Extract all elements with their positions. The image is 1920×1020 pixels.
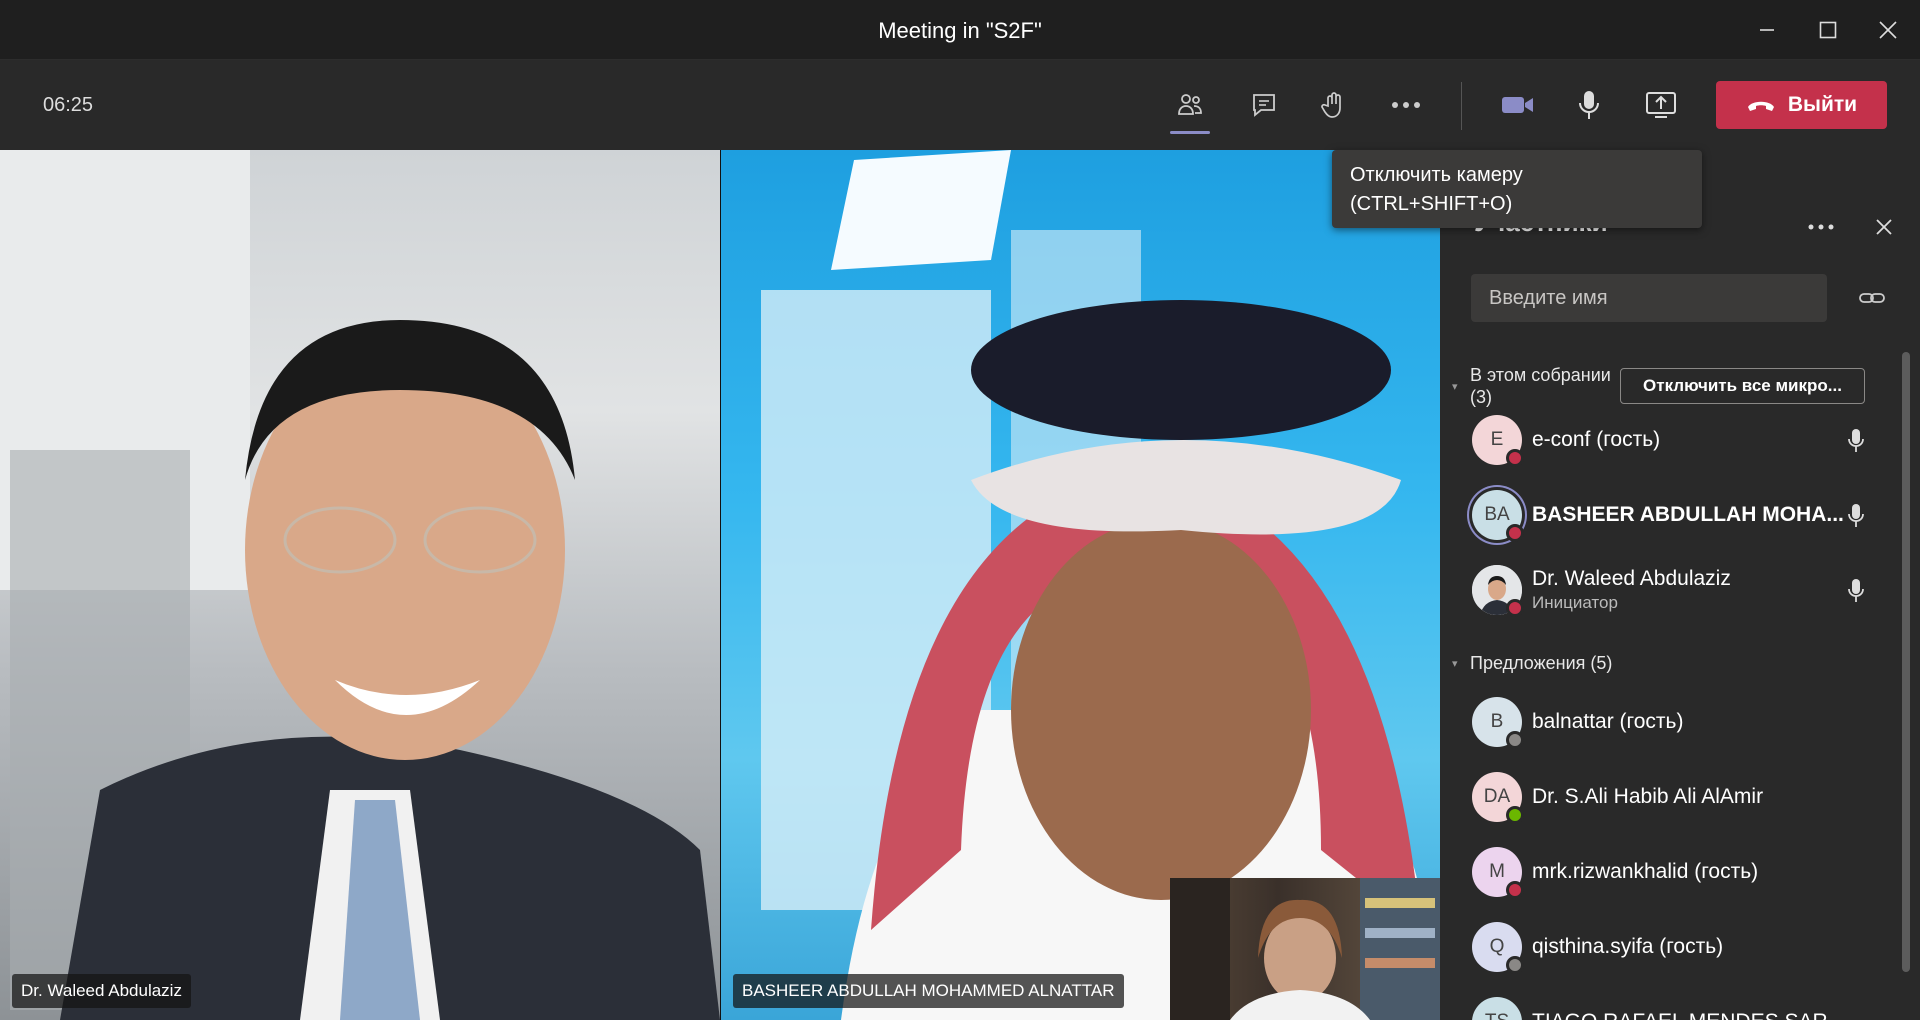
suggestion-row[interactable]: Q qisthina.syifa (гость) xyxy=(1440,912,1920,982)
participant-name: Dr. S.Ali Habib Ali AlAmir xyxy=(1532,785,1764,808)
suggestions-header[interactable]: Предложения (5) xyxy=(1470,652,1612,674)
participants-panel: Участники ▾ В этом собрании (3) Отключит… xyxy=(1440,150,1920,1020)
participant-name: e-conf (гость) xyxy=(1532,428,1661,451)
self-view-video[interactable] xyxy=(1170,878,1440,1020)
minimize-icon[interactable] xyxy=(1737,0,1797,60)
participant-name: mrk.rizwankhalid (гость) xyxy=(1532,860,1759,883)
video-stage: Dr. Waleed Abdulaziz BASHEER ABDULLAH MO… xyxy=(0,150,1440,1020)
window-title: Meeting in "S2F" xyxy=(878,18,1042,43)
camera-icon[interactable] xyxy=(1490,80,1546,130)
status-badge xyxy=(1506,599,1524,617)
camera-tooltip: Отключить камеру (CTRL+SHIFT+O) xyxy=(1332,150,1702,228)
microphone-icon[interactable] xyxy=(1840,425,1872,457)
participant-row[interactable]: BA BASHEER ABDULLAH MOHA... xyxy=(1440,480,1920,550)
collapse-caret-icon[interactable]: ▾ xyxy=(1452,380,1464,393)
tooltip-line-1: Отключить камеру xyxy=(1350,164,1523,186)
meeting-toolbar: 06:25 Выйти xyxy=(0,60,1920,150)
search-input[interactable] xyxy=(1471,274,1827,322)
participant-name: TIAGO RAFAEL MENDES SARAIVA xyxy=(1532,1010,1852,1020)
participant-name: BASHEER ABDULLAH MOHA... xyxy=(1532,503,1844,526)
participant-role: Инициатор xyxy=(1532,593,1618,612)
self-view-image xyxy=(1170,878,1440,1020)
leave-label: Выйти xyxy=(1787,93,1858,116)
share-link-icon[interactable] xyxy=(1852,282,1892,314)
meeting-timer: 06:25 xyxy=(43,94,94,116)
close-icon[interactable] xyxy=(1858,0,1918,60)
maximize-icon[interactable] xyxy=(1798,0,1858,60)
suggestion-row[interactable]: DA Dr. S.Ali Habib Ali AlAmir xyxy=(1440,762,1920,832)
microphone-icon[interactable] xyxy=(1840,500,1872,532)
panel-scrollbar[interactable] xyxy=(1902,352,1910,972)
status-badge xyxy=(1506,449,1524,467)
microphone-icon[interactable] xyxy=(1840,575,1872,607)
in-meeting-header[interactable]: В этом собрании (3) xyxy=(1470,364,1611,408)
suggestion-row[interactable]: B balnattar (гость) xyxy=(1440,687,1920,757)
participant-video-image xyxy=(0,150,720,1020)
chat-icon[interactable] xyxy=(1236,80,1292,130)
participants-icon[interactable] xyxy=(1162,80,1218,134)
status-badge xyxy=(1506,806,1524,824)
status-badge xyxy=(1506,881,1524,899)
close-panel-icon[interactable] xyxy=(1864,212,1904,242)
mute-all-button[interactable]: Отключить все микро... xyxy=(1620,368,1865,404)
participant-name: Dr. Waleed Abdulaziz xyxy=(1532,567,1731,590)
title-bar: Meeting in "S2F" xyxy=(0,0,1920,60)
status-badge xyxy=(1506,524,1524,542)
participant-name: qisthina.syifa (гость) xyxy=(1532,935,1724,958)
avatar: TS xyxy=(1472,997,1522,1020)
video-name-tag: Dr. Waleed Abdulaziz xyxy=(12,974,191,1008)
hang-up-icon xyxy=(1747,101,1774,111)
in-meeting-label: В этом собрании xyxy=(1470,365,1611,385)
tooltip-line-2: (CTRL+SHIFT+O) xyxy=(1350,193,1513,215)
microphone-icon[interactable] xyxy=(1561,80,1617,130)
leave-button[interactable]: Выйти xyxy=(1716,81,1887,129)
participant-name: balnattar (гость) xyxy=(1532,710,1684,733)
toolbar-separator xyxy=(1461,82,1462,130)
video-name-tag: BASHEER ABDULLAH MOHAMMED ALNATTAR xyxy=(733,974,1124,1008)
raise-hand-icon[interactable] xyxy=(1306,80,1362,130)
suggestion-row[interactable]: M mrk.rizwankhalid (гость) xyxy=(1440,837,1920,907)
share-screen-icon[interactable] xyxy=(1633,80,1689,130)
status-badge xyxy=(1506,731,1524,749)
participant-row[interactable]: Dr. Waleed Abdulaziz Инициатор xyxy=(1440,555,1920,625)
video-tile-left[interactable]: Dr. Waleed Abdulaziz xyxy=(0,150,720,1020)
status-badge xyxy=(1506,956,1524,974)
collapse-caret-icon[interactable]: ▾ xyxy=(1452,657,1464,670)
participant-row[interactable]: E e-conf (гость) xyxy=(1440,405,1920,475)
more-icon[interactable] xyxy=(1378,80,1434,130)
suggestion-row[interactable]: TS TIAGO RAFAEL MENDES SARAIVA xyxy=(1440,987,1920,1020)
more-options-icon[interactable] xyxy=(1801,212,1841,242)
